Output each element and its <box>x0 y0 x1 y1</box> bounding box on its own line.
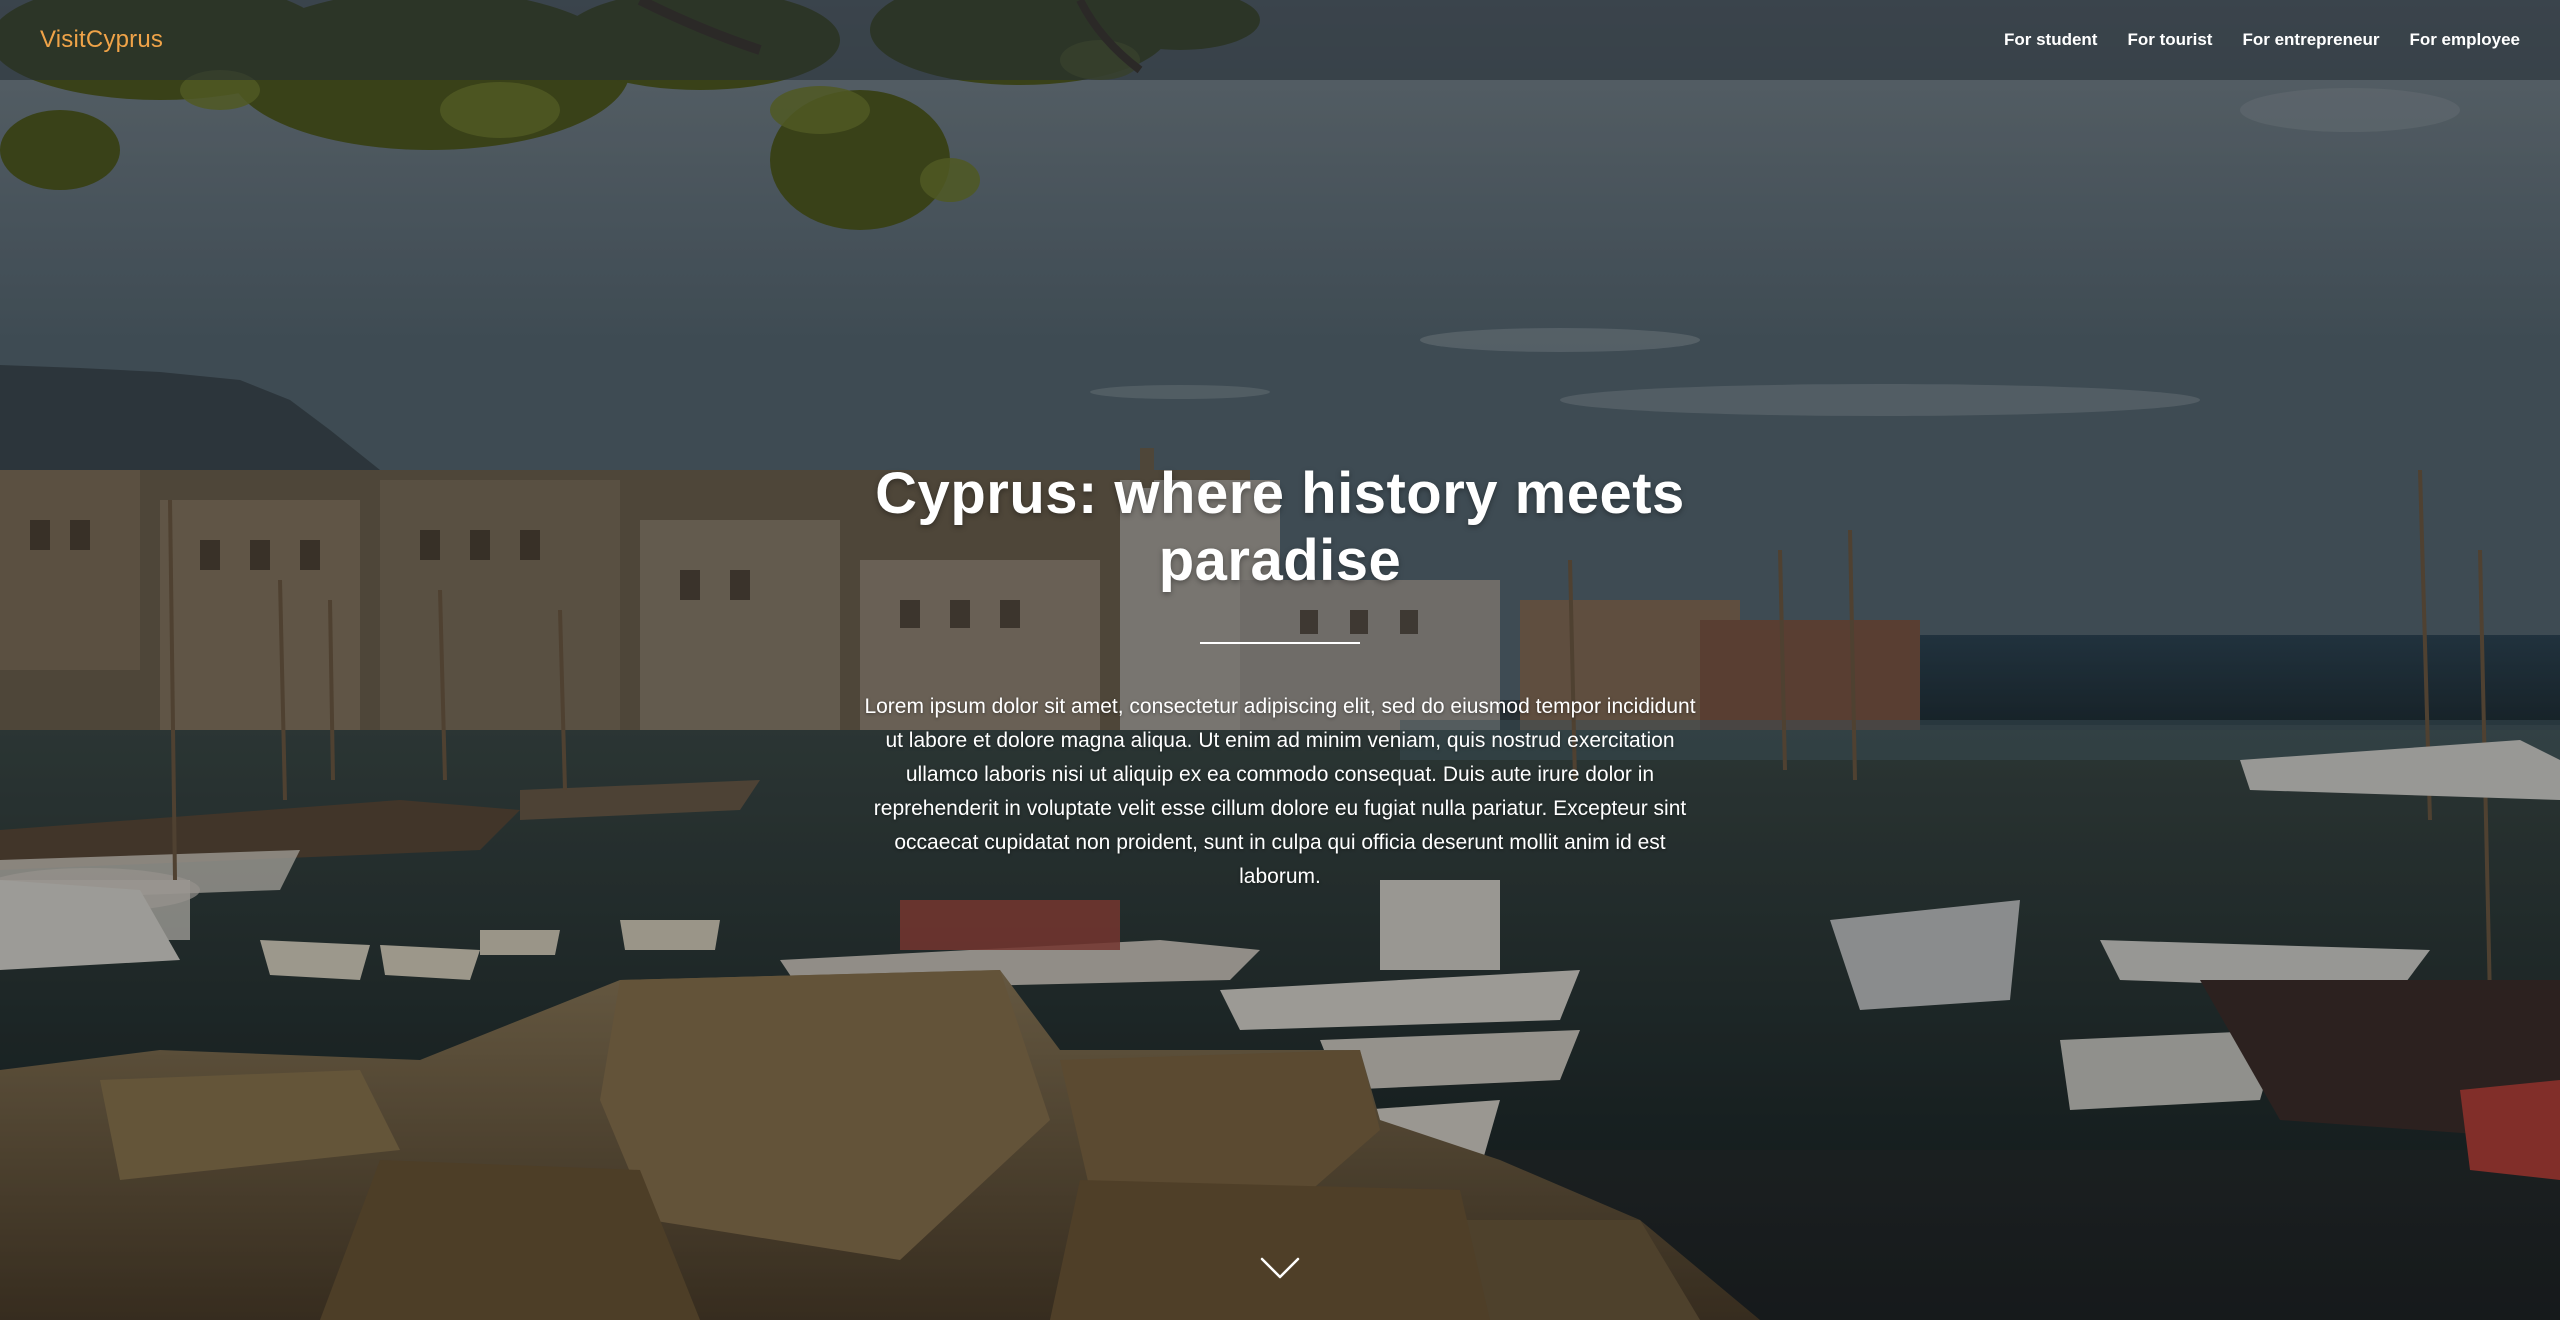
nav-menu: For student For tourist For entrepreneur… <box>2004 30 2520 50</box>
hero-title: Cyprus: where history meets paradise <box>875 461 1685 593</box>
nav-link-tourist[interactable]: For tourist <box>2127 30 2212 50</box>
hero-section: VisitCyprus For student For tourist For … <box>0 0 2560 1320</box>
title-divider <box>1200 642 1360 644</box>
top-navbar: VisitCyprus For student For tourist For … <box>0 0 2560 80</box>
brand-logo-link[interactable]: VisitCyprus <box>40 26 163 54</box>
nav-link-entrepreneur[interactable]: For entrepreneur <box>2242 30 2379 50</box>
hero-content: Cyprus: where history meets paradise Lor… <box>780 460 1780 894</box>
nav-link-employee[interactable]: For employee <box>2409 30 2520 50</box>
hero-lead-text: Lorem ipsum dolor sit amet, consectetur … <box>864 695 1696 888</box>
nav-link-student[interactable]: For student <box>2004 30 2098 50</box>
chevron-down-icon[interactable] <box>1260 1255 1300 1283</box>
